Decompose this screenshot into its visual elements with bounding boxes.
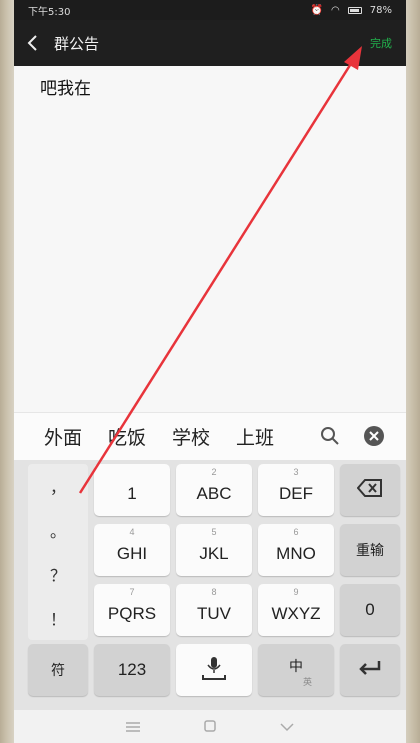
symbol-key[interactable]: 符 xyxy=(28,644,88,696)
microphone-icon xyxy=(199,655,229,686)
system-nav-bar xyxy=(14,710,406,743)
key-number: 4 xyxy=(129,527,135,537)
candidate-word[interactable]: 吃饭 xyxy=(108,423,146,450)
enter-icon xyxy=(358,660,382,681)
numeric-key[interactable]: 123 xyxy=(94,644,170,696)
candidate-bar: 外面 吃饭 学校 上班 xyxy=(14,412,406,460)
key-label: JKL xyxy=(199,544,229,563)
key-label: PQRS xyxy=(107,604,157,623)
key-number: 3 xyxy=(293,467,299,477)
key-ghi[interactable]: 4 GHI xyxy=(94,524,170,576)
candidate-word[interactable]: 上班 xyxy=(236,423,274,450)
key-number: 9 xyxy=(293,587,299,597)
key-sublabel: 英 xyxy=(302,678,312,688)
alarm-icon: ⏰ xyxy=(310,4,324,16)
key-def[interactable]: 3 DEF xyxy=(258,464,334,516)
key-pqrs[interactable]: 7 PQRS xyxy=(94,584,170,636)
editor-text: 吧我在 xyxy=(40,79,91,99)
key-wxyz[interactable]: 9 WXYZ xyxy=(258,584,334,636)
key-mno[interactable]: 6 MNO xyxy=(258,524,334,576)
key-label: 1 xyxy=(127,484,137,503)
keyboard: ， 。 ？ ！ 1 2 ABC 3 DEF 4 GHI 5 JKL 6 MNO … xyxy=(14,460,406,710)
key-tuv[interactable]: 8 TUV xyxy=(176,584,252,636)
key-label: GHI xyxy=(116,544,148,563)
punctuation-column: ， 。 ？ ！ xyxy=(28,464,88,640)
nav-left: 群公告 xyxy=(22,32,99,54)
nav-bar: 群公告 完成 xyxy=(14,20,406,66)
candidate-word[interactable]: 学校 xyxy=(172,423,210,450)
down-chevron-icon[interactable] xyxy=(280,717,294,736)
screen: 下午5:30 ⏰ ◠ 78% 群公告 完成 吧我在 外面 吃饭 学校 上班 ， … xyxy=(14,0,406,743)
key-number: 7 xyxy=(129,587,135,597)
phone-frame: 下午5:30 ⏰ ◠ 78% 群公告 完成 吧我在 外面 吃饭 学校 上班 ， … xyxy=(0,0,420,743)
status-indicators: ⏰ ◠ 78% xyxy=(311,5,392,16)
announcement-editor[interactable]: 吧我在 xyxy=(14,66,406,412)
key-label: 中 xyxy=(289,659,303,675)
space-key[interactable] xyxy=(176,644,252,696)
punctuation-key[interactable]: 。 xyxy=(28,508,88,552)
punctuation-key[interactable]: ？ xyxy=(28,552,88,596)
key-label: 符 xyxy=(51,663,65,679)
key-label: ABC xyxy=(196,484,232,503)
backspace-icon xyxy=(356,478,383,502)
retype-key[interactable]: 重输 xyxy=(340,524,400,576)
key-label: DEF xyxy=(279,484,313,503)
page-title: 群公告 xyxy=(54,34,100,53)
key-abc[interactable]: 2 ABC xyxy=(176,464,252,516)
done-button[interactable]: 完成 xyxy=(370,35,392,51)
key-1[interactable]: 1 xyxy=(94,464,170,516)
backspace-key[interactable] xyxy=(340,464,400,516)
key-number: 6 xyxy=(293,527,299,537)
key-label: 重输 xyxy=(356,543,384,559)
key-0[interactable]: 0 xyxy=(340,584,400,636)
home-icon[interactable] xyxy=(204,717,216,736)
enter-key[interactable] xyxy=(340,644,400,696)
candidate-word[interactable]: 外面 xyxy=(44,423,82,450)
key-label: WXYZ xyxy=(271,604,321,623)
status-bar: 下午5:30 ⏰ ◠ 78% xyxy=(14,0,406,20)
key-number: 2 xyxy=(211,467,217,477)
menu-icon[interactable] xyxy=(126,717,140,736)
key-label: TUV xyxy=(197,604,231,623)
punctuation-key[interactable]: ！ xyxy=(28,596,88,640)
back-icon[interactable] xyxy=(22,32,44,54)
search-icon[interactable] xyxy=(320,426,340,450)
punctuation-key[interactable]: ， xyxy=(28,464,88,508)
status-time: 下午5:30 xyxy=(28,6,71,18)
key-jkl[interactable]: 5 JKL xyxy=(176,524,252,576)
lang-switch-key[interactable]: 中 英 xyxy=(258,644,334,696)
close-circle-icon[interactable] xyxy=(363,425,385,451)
key-number: 5 xyxy=(211,527,217,537)
battery-level: 78% xyxy=(369,4,392,16)
key-label: 123 xyxy=(117,660,147,679)
key-label: 0 xyxy=(365,600,375,619)
wifi-icon: ◠ xyxy=(331,4,340,16)
key-label: MNO xyxy=(276,544,316,563)
battery-icon xyxy=(347,6,362,14)
key-number: 8 xyxy=(211,587,217,597)
